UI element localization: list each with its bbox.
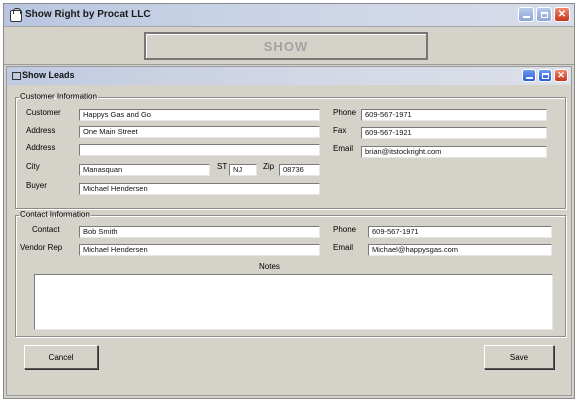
fax-field[interactable]: 609-567-1921 [361, 127, 547, 139]
address-field[interactable]: One Main Street [79, 126, 320, 138]
contact-phone-label: Phone [333, 225, 357, 234]
maximize-icon [541, 72, 549, 79]
minimize-button[interactable] [518, 7, 534, 22]
minimize-icon [522, 16, 530, 18]
contact-info-legend: Contact Information [20, 210, 90, 219]
cancel-button[interactable]: Cancel [24, 345, 98, 369]
maximize-button[interactable] [536, 7, 552, 22]
close-button[interactable]: ✕ [554, 7, 570, 22]
vendor-rep-label: Vendor Rep [20, 243, 63, 252]
main-window: Show Right by Procat LLC ✕ SHOW Show Lea… [3, 3, 575, 399]
address-label: Address [26, 126, 56, 135]
contact-email-label: Email [333, 243, 354, 252]
buyer-field[interactable]: Michael Hendersen [79, 183, 320, 195]
save-button[interactable]: Save [484, 345, 554, 369]
child-window-controls: ✕ [522, 69, 568, 82]
email-label: Email [333, 144, 354, 153]
email-field[interactable]: brian@itstockright.com [361, 146, 547, 158]
show-leads-title: Show Leads [22, 70, 75, 80]
child-close-button[interactable]: ✕ [554, 69, 568, 82]
divider [4, 64, 574, 65]
notes-field[interactable] [34, 274, 553, 330]
vendor-rep-field[interactable]: Michael Hendersen [79, 244, 320, 256]
main-window-controls: ✕ [518, 7, 570, 22]
close-icon: ✕ [557, 70, 565, 80]
window-icon [12, 72, 21, 80]
app-title: Show Right by Procat LLC [25, 9, 151, 20]
show-button[interactable]: SHOW [144, 32, 428, 60]
st-label: ST [217, 162, 228, 171]
address2-field[interactable] [79, 144, 320, 156]
fax-label: Fax [333, 126, 347, 135]
customer-label: Customer [26, 108, 61, 117]
st-field[interactable]: NJ [229, 164, 257, 176]
customer-field[interactable]: Happys Gas and Go [79, 109, 320, 121]
buyer-label: Buyer [26, 181, 47, 190]
child-minimize-button[interactable] [522, 69, 536, 82]
child-maximize-button[interactable] [538, 69, 552, 82]
app-icon [10, 8, 22, 22]
contact-label: Contact [32, 225, 60, 234]
phone-field[interactable]: 609-567-1971 [361, 109, 547, 121]
zip-field[interactable]: 08736 [279, 164, 320, 176]
minimize-icon [525, 77, 533, 79]
contact-field[interactable]: Bob Smith [79, 226, 320, 238]
contact-phone-field[interactable]: 609-567-1971 [368, 226, 552, 238]
contact-email-field[interactable]: Michael@happysgas.com [368, 244, 552, 256]
close-icon: ✕ [557, 8, 567, 20]
maximize-icon [540, 11, 548, 18]
customer-info-legend: Customer Information [20, 92, 97, 101]
notes-label: Notes [259, 262, 280, 271]
main-titlebar[interactable]: Show Right by Procat LLC ✕ [4, 4, 574, 27]
show-leads-titlebar[interactable]: Show Leads ✕ [7, 67, 571, 85]
city-field[interactable]: Manasquan [79, 164, 210, 176]
city-label: City [26, 162, 40, 171]
address2-label: Address [26, 143, 56, 152]
phone-label: Phone [333, 108, 357, 117]
show-leads-window: Show Leads ✕ Customer Information Custom… [6, 66, 572, 396]
zip-label: Zip [263, 162, 275, 171]
